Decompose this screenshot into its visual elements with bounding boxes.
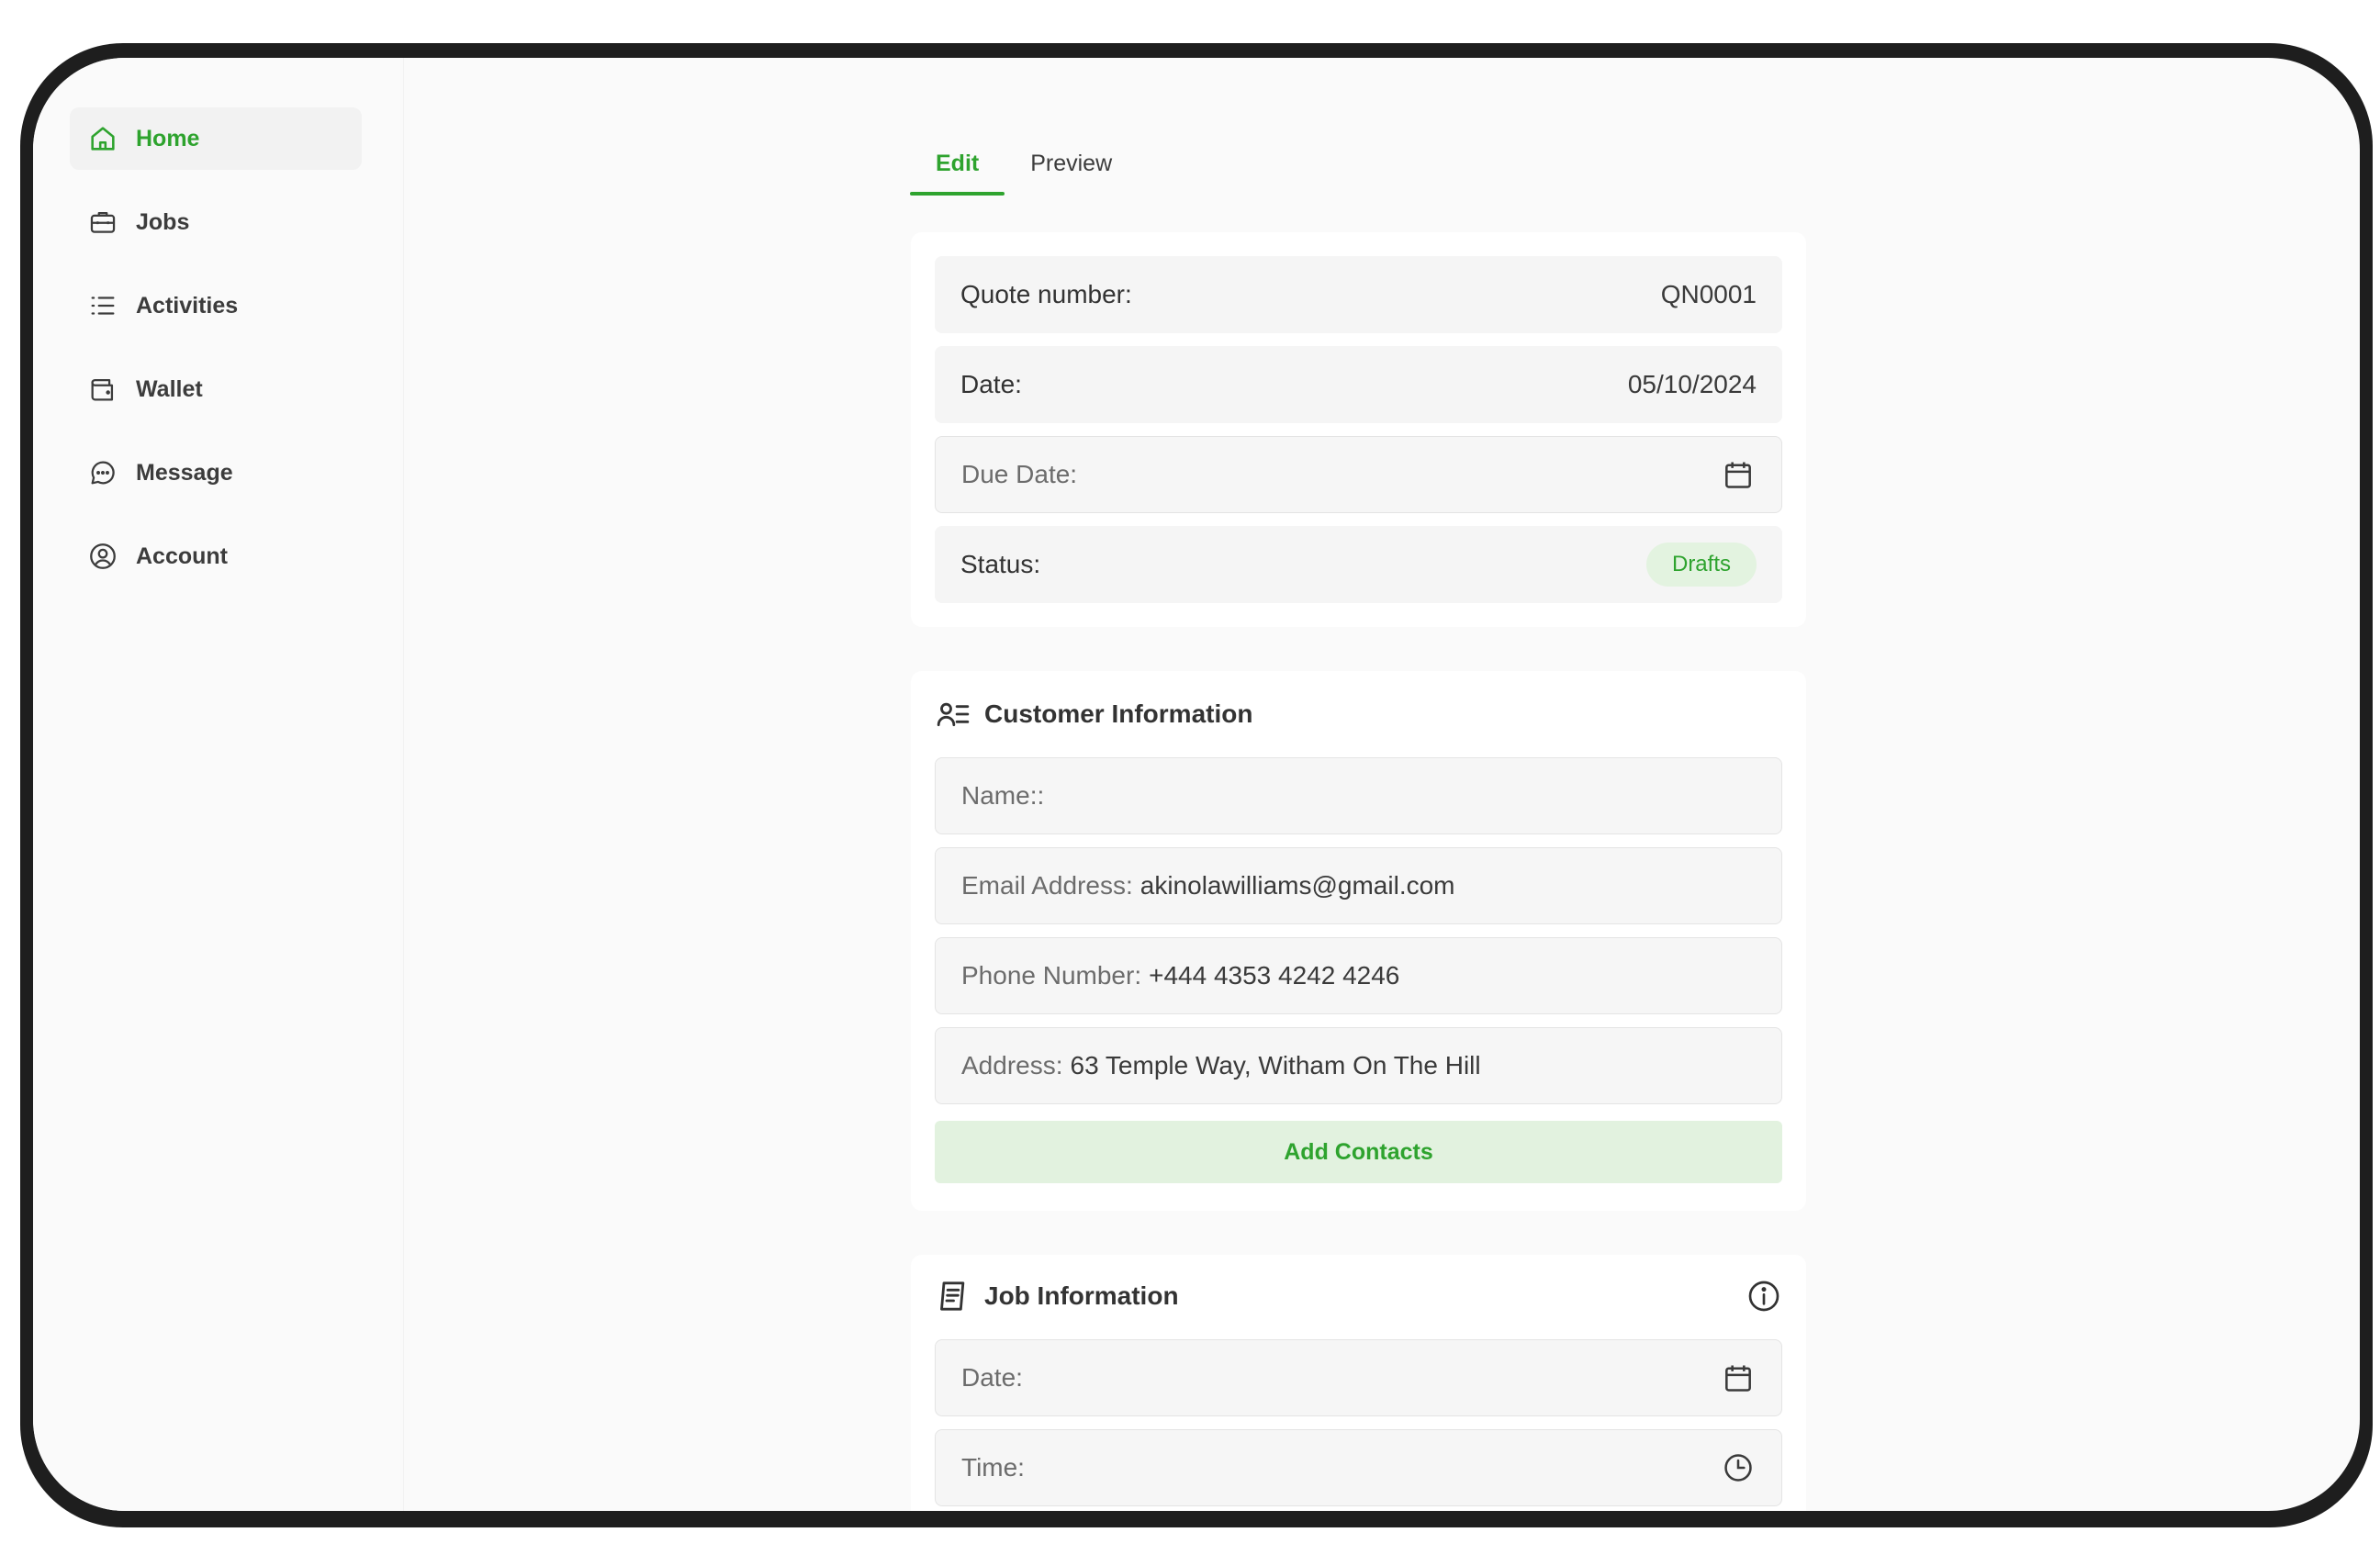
job-time-field[interactable]: Time: bbox=[935, 1429, 1782, 1506]
tab-edit[interactable]: Edit bbox=[910, 131, 1005, 196]
app-screen: Home Jobs Activities Wallet Message Acco… bbox=[33, 58, 2360, 1511]
customer-information-header: Customer Information bbox=[935, 691, 1782, 737]
job-time-label: Time: bbox=[961, 1453, 1025, 1482]
customer-email-value: akinolawilliams@gmail.com bbox=[1139, 871, 1455, 900]
job-date-field[interactable]: Date: bbox=[935, 1339, 1782, 1416]
customer-phone-value: +444 4353 4242 4246 bbox=[1149, 961, 1400, 990]
quote-number-value: QN0001 bbox=[1660, 280, 1757, 308]
tab-preview[interactable]: Preview bbox=[1005, 131, 1138, 196]
sidebar: Home Jobs Activities Wallet Message Acco… bbox=[33, 58, 404, 1511]
info-icon[interactable] bbox=[1746, 1278, 1782, 1314]
customer-information-title: Customer Information bbox=[984, 699, 1253, 728]
due-date-field[interactable]: Due Date: bbox=[935, 436, 1782, 513]
calendar-icon[interactable] bbox=[1721, 457, 1756, 492]
edit-preview-tabs: Edit Preview bbox=[910, 131, 1138, 196]
status-row: Status: Drafts bbox=[935, 526, 1782, 603]
document-icon bbox=[935, 1278, 971, 1314]
briefcase-icon bbox=[86, 206, 119, 239]
home-icon bbox=[86, 122, 119, 155]
sidebar-item-label: Jobs bbox=[136, 208, 190, 235]
quote-number-row: Quote number: QN0001 bbox=[935, 256, 1782, 333]
quote-number-label: Quote number: bbox=[960, 280, 1132, 308]
customer-address-value: 63 Temple Way, Witham On The Hill bbox=[1070, 1051, 1481, 1079]
add-contacts-button[interactable]: Add Contacts bbox=[935, 1121, 1782, 1183]
list-icon bbox=[86, 289, 119, 322]
chat-icon bbox=[86, 456, 119, 489]
sidebar-item-label: Message bbox=[136, 459, 233, 486]
customer-email-field[interactable]: Email Address: akinolawilliams@gmail.com bbox=[935, 847, 1782, 924]
sidebar-item-jobs[interactable]: Jobs bbox=[70, 191, 362, 253]
quote-date-label: Date: bbox=[960, 370, 1022, 398]
customer-phone-label: Phone Number: bbox=[961, 961, 1142, 990]
quote-date-row: Date: 05/10/2024 bbox=[935, 346, 1782, 423]
sidebar-item-home[interactable]: Home bbox=[70, 107, 362, 170]
contact-list-icon bbox=[935, 696, 971, 733]
customer-name-label: Name:: bbox=[961, 781, 1045, 810]
device-frame: Home Jobs Activities Wallet Message Acco… bbox=[20, 43, 2373, 1527]
calendar-icon[interactable] bbox=[1721, 1360, 1756, 1395]
sidebar-item-label: Account bbox=[136, 543, 228, 569]
customer-address-label: Address: bbox=[961, 1051, 1063, 1079]
due-date-label: Due Date: bbox=[961, 460, 1078, 488]
job-date-label: Date: bbox=[961, 1363, 1023, 1392]
sidebar-item-label: Home bbox=[136, 125, 200, 151]
job-information-header: Job Information bbox=[935, 1273, 1782, 1319]
customer-phone-field[interactable]: Phone Number: +444 4353 4242 4246 bbox=[935, 937, 1782, 1014]
sidebar-item-label: Activities bbox=[136, 292, 239, 319]
customer-information-card: Customer Information Name:: Email Addres… bbox=[911, 671, 1806, 1211]
customer-name-field[interactable]: Name:: bbox=[935, 757, 1782, 834]
quote-date-value: 05/10/2024 bbox=[1627, 370, 1757, 398]
wallet-icon bbox=[86, 373, 119, 406]
status-badge: Drafts bbox=[1645, 543, 1757, 587]
customer-email-label: Email Address: bbox=[961, 871, 1133, 900]
quote-summary-card: Quote number: QN0001 Date: 05/10/2024 Du… bbox=[911, 232, 1806, 627]
clock-icon[interactable] bbox=[1721, 1450, 1756, 1485]
sidebar-item-label: Wallet bbox=[136, 375, 203, 402]
job-information-card: Job Information Date: Time: bbox=[911, 1255, 1806, 1511]
sidebar-item-wallet[interactable]: Wallet bbox=[70, 358, 362, 420]
status-label: Status: bbox=[960, 550, 1041, 578]
customer-address-field[interactable]: Address: 63 Temple Way, Witham On The Hi… bbox=[935, 1027, 1782, 1104]
user-circle-icon bbox=[86, 540, 119, 573]
job-information-title: Job Information bbox=[984, 1281, 1179, 1310]
sidebar-item-activities[interactable]: Activities bbox=[70, 274, 362, 337]
sidebar-item-message[interactable]: Message bbox=[70, 442, 362, 504]
sidebar-item-account[interactable]: Account bbox=[70, 525, 362, 587]
